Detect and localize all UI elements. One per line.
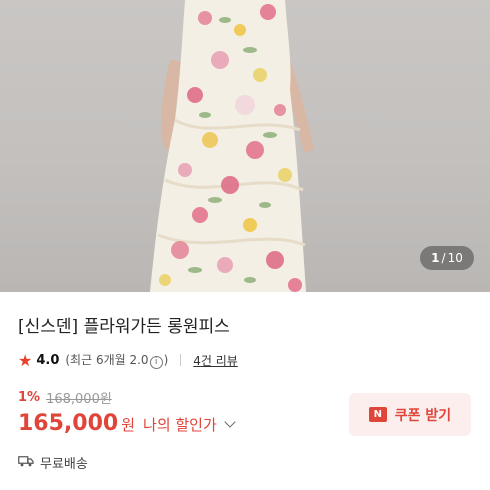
currency-unit: 원 [121, 416, 136, 434]
shipping-label: 무료배송 [40, 457, 88, 472]
gallery-separator: / [441, 251, 446, 265]
rating-value: 4.0 [36, 352, 60, 368]
truck-icon [18, 455, 34, 471]
shipping-row: 무료배송 [18, 453, 88, 472]
price-row: 165,000 원 나의 할인가 [18, 411, 236, 436]
coupon-icon: N [368, 407, 387, 422]
review-link[interactable]: 4건 리뷰 [193, 352, 238, 369]
gallery-total-pages: 10 [447, 251, 463, 265]
my-discount-label[interactable]: 나의 할인가 [143, 414, 217, 435]
discount-row: 1% 168,000원 [18, 388, 112, 407]
star-icon: ★ [18, 350, 33, 370]
coupon-button-label: 쿠폰 받기 [394, 407, 452, 424]
sale-price: 165,000 [18, 411, 119, 436]
product-photo [150, 0, 314, 292]
original-price: 168,000원 [46, 392, 112, 407]
rating-row: ★ 4.0 (최근 6개월 2.0 i) 4건 리뷰 [18, 349, 238, 371]
coupon-button[interactable]: N 쿠폰 받기 [349, 393, 471, 436]
divider [180, 354, 182, 366]
rating-meta-prefix: (최근 6개월 2.0 [65, 353, 149, 367]
rating-meta: (최근 6개월 2.0 i) [65, 351, 168, 369]
product-title: [신스덴] 플라워가든 롱원피스 [18, 317, 230, 337]
gallery-current-page: 1 [431, 251, 440, 265]
discount-rate: 1% [18, 390, 41, 405]
product-image-gallery[interactable]: 1 / 10 [0, 0, 490, 292]
chevron-down-icon[interactable] [224, 416, 236, 428]
rating-meta-suffix: ) [163, 353, 169, 367]
gallery-page-indicator: 1 / 10 [420, 246, 474, 270]
info-icon[interactable]: i [149, 356, 163, 369]
